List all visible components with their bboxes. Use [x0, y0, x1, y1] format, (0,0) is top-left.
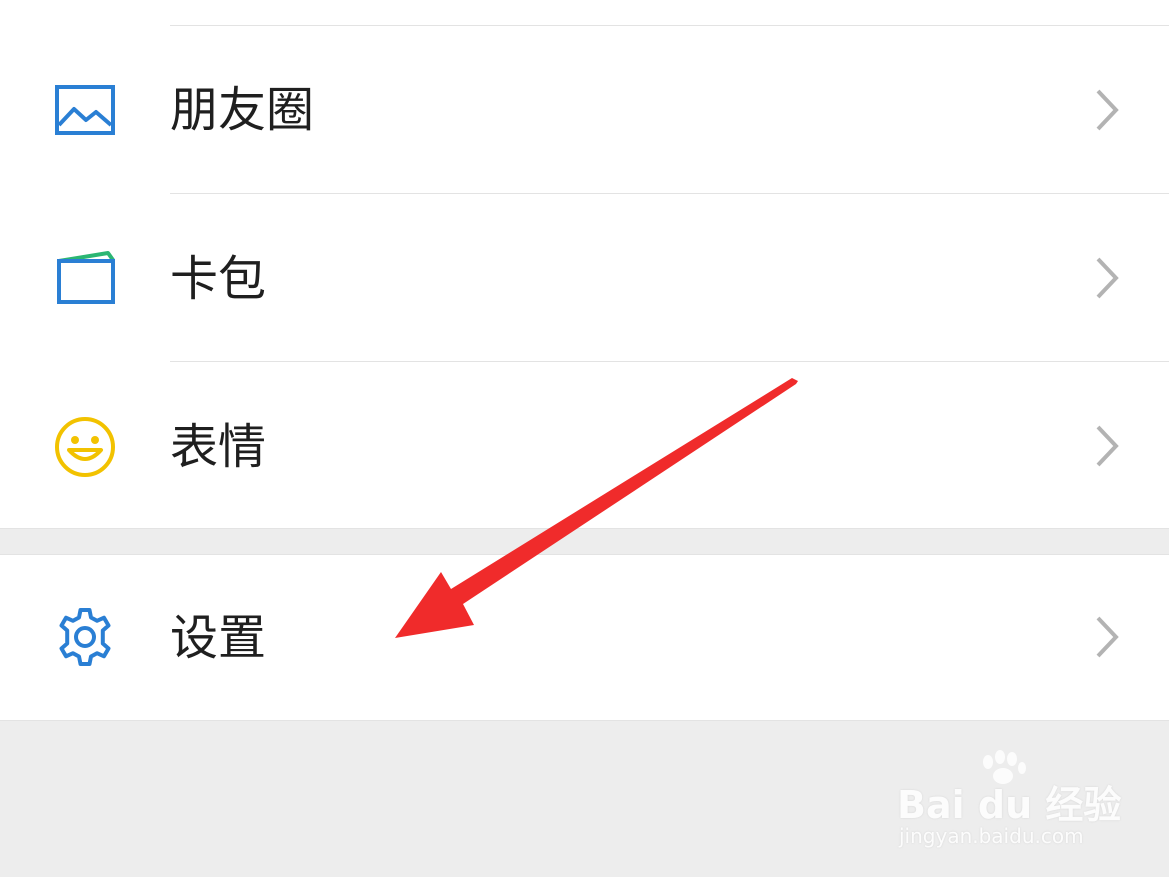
watermark-url: jingyan.baidu.com — [899, 824, 1084, 848]
gear-icon — [50, 602, 120, 672]
menu-item-settings[interactable]: 设置 — [0, 555, 1169, 720]
chevron-right-icon — [1086, 85, 1126, 135]
menu-group-main: 朋友圈 卡包 表情 — [0, 0, 1169, 528]
baidu-jingyan-watermark: Bai du 经验 jingyan.baidu.com — [895, 748, 1121, 858]
menu-item-moments[interactable]: 朋友圈 — [0, 26, 1169, 194]
smiley-face-icon — [50, 412, 120, 482]
menu-item-stickers[interactable]: 表情 — [0, 362, 1169, 530]
settings-me-page: 朋友圈 卡包 表情 设置 Bai du 经验 jingyan.baidu.com — [0, 0, 1169, 877]
chevron-right-icon — [1086, 612, 1126, 662]
menu-item-card-wallet[interactable]: 卡包 — [0, 194, 1169, 362]
watermark-brand: Bai du 经验 — [897, 783, 1122, 827]
menu-item-label: 朋友圈 — [170, 82, 315, 138]
group-separator-line — [0, 720, 1169, 721]
menu-item-label: 设置 — [170, 610, 267, 666]
group-separator-line — [0, 528, 1169, 529]
menu-item-label: 表情 — [170, 419, 267, 475]
card-wallet-icon — [50, 244, 120, 314]
chevron-right-icon — [1086, 421, 1126, 471]
chevron-right-icon — [1086, 253, 1126, 303]
menu-item-label: 卡包 — [170, 251, 267, 307]
menu-group-settings: 设置 — [0, 555, 1169, 720]
moments-image-icon — [50, 75, 120, 145]
